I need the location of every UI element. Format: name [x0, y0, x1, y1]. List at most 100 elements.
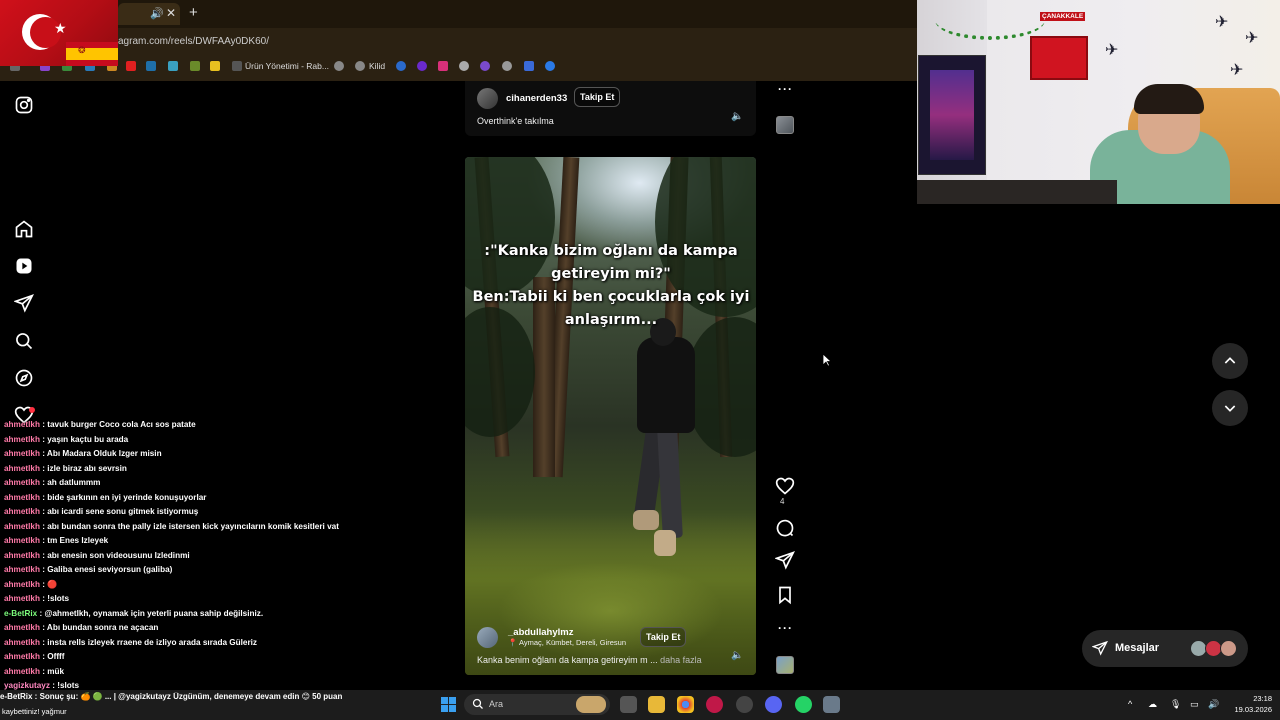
file-explorer-icon[interactable]	[648, 696, 665, 713]
clock[interactable]: 23:18 19.03.2026	[1230, 693, 1272, 715]
follow-button[interactable]: Takip Et	[574, 87, 621, 107]
tab-close-icon[interactable]: ✕	[166, 6, 176, 20]
avatar[interactable]	[477, 88, 498, 109]
bookmark-icon[interactable]	[334, 61, 344, 71]
chat-message: ahmetlkh : yaşın kaçtu bu arada	[4, 435, 129, 444]
chat-message: ahmetlkh : Abı bundan sonra ne açacan	[4, 623, 159, 632]
chrome-icon[interactable]	[677, 696, 694, 713]
reel-username[interactable]: cihanerden33	[506, 93, 567, 104]
network-icon[interactable]: ▭	[1190, 699, 1199, 710]
chat-ticker: kaybettiniz! yağmur	[2, 707, 67, 716]
search-highlight-icon[interactable]	[576, 696, 606, 713]
chevron-down-icon	[1224, 405, 1236, 412]
chat-message: ahmetlkh : tavuk burger Coco cola Acı so…	[4, 420, 196, 429]
explore-icon[interactable]	[14, 368, 34, 388]
audio-thumbnail[interactable]	[776, 116, 794, 134]
share-icon[interactable]	[774, 550, 795, 570]
reel-username[interactable]: _abdullahylmz	[508, 627, 573, 638]
webcam-overlay: ✈	[1245, 30, 1259, 47]
url-text[interactable]: agram.com/reels/DWFAAy0DK60/	[118, 36, 269, 47]
previous-reel-button[interactable]	[1212, 343, 1248, 379]
more-icon[interactable]: ···	[778, 82, 793, 96]
webcam-overlay	[917, 180, 1117, 204]
avatar[interactable]	[477, 627, 498, 648]
location-pin-icon: 📍	[508, 638, 518, 647]
webcam-overlay: ✈	[1215, 14, 1229, 31]
bookmark-icon[interactable]	[396, 61, 406, 71]
windows-start-icon[interactable]	[441, 697, 456, 712]
reels-icon[interactable]	[14, 256, 34, 276]
opera-icon[interactable]	[706, 696, 723, 713]
bookmark-icon[interactable]	[146, 61, 156, 71]
more-link: daha fazla	[660, 655, 702, 665]
chat-message: ahmetlkh : tm Enes Izleyek	[4, 536, 109, 545]
reel-video[interactable]	[465, 157, 756, 675]
bookmark-icon[interactable]	[210, 61, 220, 71]
chat-message: e-BetRix : @ahmetlkh, oynamak için yeter…	[4, 609, 264, 618]
webcam-overlay: ✈	[1105, 42, 1119, 59]
reel-caption[interactable]: Kanka benim oğlanı da kampa getireyim m …	[477, 655, 702, 665]
more-icon[interactable]: ···	[778, 621, 793, 635]
reel-location[interactable]: 📍 Aymaç, Kümbet, Dereli, Giresun	[508, 638, 626, 647]
audio-icon[interactable]: 🔈	[731, 111, 743, 122]
webcam-overlay	[1134, 84, 1204, 114]
chat-message: ahmetlkh : abı icardi sene sonu gitmek i…	[4, 507, 199, 516]
chat-message: ahmetlkh : izle biraz abı sevrsin	[4, 464, 127, 473]
bookmark-icon[interactable]	[480, 61, 490, 71]
chat-message: ahmetlkh : ah datlummm	[4, 478, 101, 487]
flag-emblem: ❂	[78, 45, 86, 55]
next-reel-button[interactable]	[1212, 390, 1248, 426]
bookmark-icon[interactable]	[502, 61, 512, 71]
kilid-icon[interactable]	[355, 61, 365, 71]
notification-dot	[29, 407, 35, 413]
volume-icon[interactable]: 🔊	[1208, 699, 1219, 710]
app-icon[interactable]	[736, 696, 753, 713]
chevron-up-icon[interactable]: ^	[1128, 699, 1132, 709]
task-view-icon[interactable]	[620, 696, 637, 713]
home-icon[interactable]	[14, 219, 34, 239]
search-icon	[472, 698, 483, 709]
taskbar-search-placeholder[interactable]: Ara	[489, 699, 503, 709]
bookmark-icon[interactable]	[459, 61, 469, 71]
bookmark-icon[interactable]	[190, 61, 200, 71]
hiker	[654, 530, 676, 556]
webcam-overlay	[935, 0, 1045, 40]
webcam-overlay	[930, 70, 974, 160]
bookmark-icon[interactable]	[524, 61, 534, 71]
like-icon[interactable]	[775, 476, 795, 496]
new-tab-button[interactable]: +	[189, 4, 198, 21]
audio-icon[interactable]: 🔈	[731, 650, 743, 661]
youtube-icon[interactable]	[126, 61, 136, 71]
chat-message: ahmetlkh : 🔴	[4, 580, 58, 589]
instagram-icon[interactable]	[14, 95, 34, 115]
discord-icon[interactable]	[765, 696, 782, 713]
bookmark-urun-yonetimi[interactable]: Ürün Yönetimi - Rab...	[245, 61, 329, 71]
bookmark-icon[interactable]	[417, 61, 427, 71]
whatsapp-icon[interactable]	[795, 696, 812, 713]
direct-icon	[1092, 640, 1108, 656]
audio-thumbnail[interactable]	[776, 656, 794, 674]
save-icon[interactable]	[775, 585, 795, 605]
bookmark-icon[interactable]	[168, 61, 178, 71]
instagram-bookmark-icon[interactable]	[438, 61, 448, 71]
bookmark-kilid[interactable]: Kilid	[369, 61, 385, 71]
chat-message: ahmetlkh : Abı Madara Olduk Izger misin	[4, 449, 162, 458]
search-icon[interactable]	[14, 331, 34, 351]
webcam-overlay	[1030, 36, 1088, 80]
speaker-icon[interactable]: 🔊	[150, 7, 164, 20]
chat-message: ahmetlkh : abı bundan sonra the pally iz…	[4, 522, 339, 531]
avatar	[1220, 640, 1237, 657]
video-overlay-text: :"Kanka bizim oğlanı da kampa getireyim …	[472, 243, 750, 328]
chat-message: ahmetlkh : Offff	[4, 652, 65, 661]
webcam-poster-text: ÇANAKKALE	[1040, 12, 1086, 21]
comment-icon[interactable]	[775, 518, 795, 538]
bookmark-icon[interactable]	[232, 61, 242, 71]
cloud-icon[interactable]: ☁	[1148, 699, 1157, 710]
direct-icon[interactable]	[13, 293, 34, 313]
microphone-icon[interactable]: 🎙	[1170, 699, 1181, 710]
follow-button[interactable]: Takip Et	[640, 627, 687, 647]
bookmark-icon[interactable]	[545, 61, 555, 71]
chat-message: ahmetlkh : abı enesin son videousunu Izl…	[4, 551, 190, 560]
chat-message: yagizkutayz : !slots	[4, 681, 80, 690]
settings-icon[interactable]	[823, 696, 840, 713]
